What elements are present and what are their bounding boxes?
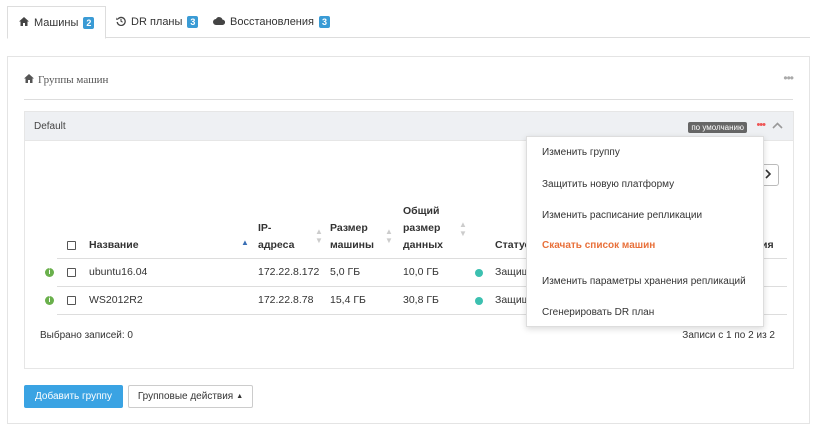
home-icon [19,16,29,29]
tab-machines[interactable]: Машины 2 [7,6,107,39]
sort-icon[interactable]: ▲ ▼ [315,227,323,245]
add-group-button[interactable]: Добавить группу [24,385,123,408]
chevron-up-icon[interactable] [772,120,783,132]
header-ip-line2[interactable]: адреса [258,237,294,254]
tab-dr-plans[interactable]: DR планы 3 [105,6,209,38]
cloud-icon [213,16,226,28]
group-name: Default [34,121,66,132]
tab-restores[interactable]: Восстановления 3 [202,6,341,38]
header-size-line1[interactable]: Размер [330,220,368,237]
sort-icon[interactable]: ▲ ▼ [459,220,467,238]
group-actions-menu: Изменить группу Защитить новую платформу… [526,136,764,327]
status-dot [475,269,483,277]
menu-item-edit-group[interactable]: Изменить группу [542,147,620,158]
panel-title: Группы машин [24,74,108,86]
select-all-checkbox[interactable] [67,241,76,250]
pagination-info: Записи с 1 по 2 из 2 [682,330,775,341]
tab-dr-plans-badge: 3 [187,16,199,28]
row-size: 15,4 ГБ [330,294,366,306]
menu-item-replication-schedule[interactable]: Изменить расписание репликации [542,210,702,221]
history-icon [116,16,126,29]
menu-item-generate-dr-plan[interactable]: Сгенерировать DR план [542,307,654,318]
menu-item-retention-settings[interactable]: Изменить параметры хранения репликаций [542,276,746,287]
tab-bar: Машины 2 DR планы 3 Восстановления 3 [7,6,810,39]
sort-asc-icon[interactable]: ▲ [241,238,249,247]
tab-machines-badge: 2 [83,16,95,29]
header-total-line2[interactable]: размер [403,220,440,237]
info-icon[interactable]: i [45,268,54,277]
home-icon [24,74,34,86]
header-size-line2[interactable]: машины [330,237,374,254]
header-total-line1[interactable]: Общий [403,203,439,220]
caret-up-icon: ▲ [236,393,244,400]
default-label: по умолчанию [688,122,747,133]
header-total-line3[interactable]: данных [403,237,443,254]
header-ip-line1[interactable]: IP- [258,220,271,237]
panel-divider [24,99,793,100]
row-name[interactable]: WS2012R2 [89,287,143,314]
status-dot [475,297,483,305]
tab-dr-plans-label: DR планы [131,16,183,28]
menu-item-download-list[interactable]: Скачать список машин [542,240,655,251]
row-checkbox[interactable] [67,268,76,277]
group-actions-label: Групповые действия [137,391,234,402]
panel-more-icon[interactable]: ••• [783,71,794,85]
group-more-icon[interactable]: ••• [756,119,766,131]
tab-restores-badge: 3 [318,16,330,28]
row-total: 10,0 ГБ [403,266,439,278]
menu-item-protect-platform[interactable]: Защитить новую платформу [542,179,674,190]
selected-count: Выбрано записей: 0 [40,330,133,341]
tab-machines-label: Машины [34,16,79,29]
row-ip: 172.22.8.78 [258,294,314,306]
sort-icon[interactable]: ▲ ▼ [385,227,393,245]
row-size: 5,0 ГБ [330,266,361,278]
header-name[interactable]: Название [89,237,139,254]
panel-title-text: Группы машин [38,74,109,86]
group-actions-button[interactable]: Групповые действия ▲ [128,385,253,408]
row-ip: 172.22.8.172 [258,266,320,278]
tab-restores-label: Восстановления [230,16,314,28]
row-total: 30,8 ГБ [403,294,439,306]
row-name[interactable]: ubuntu16.04 [89,259,147,286]
row-checkbox[interactable] [67,296,76,305]
info-icon[interactable]: i [45,296,54,305]
